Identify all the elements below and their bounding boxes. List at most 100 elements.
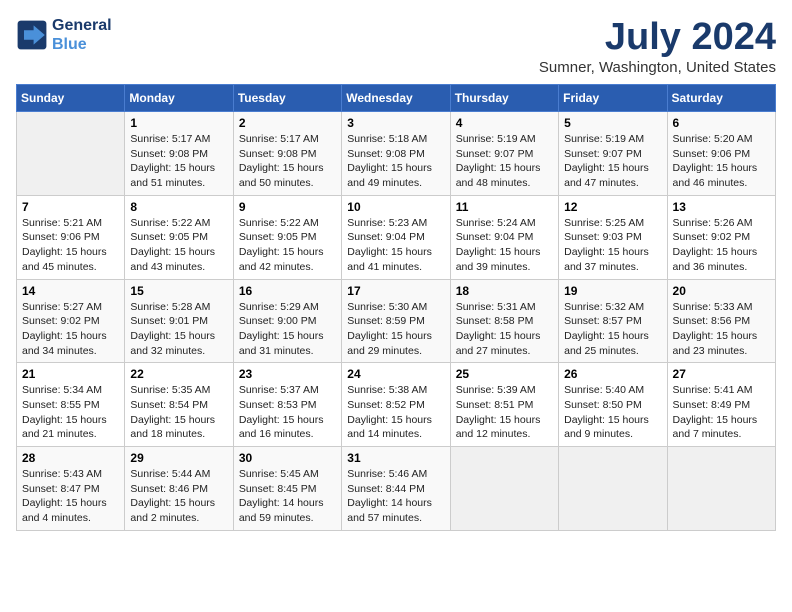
week-row-2: 7Sunrise: 5:21 AMSunset: 9:06 PMDaylight… [17, 195, 776, 279]
calendar-cell: 23Sunrise: 5:37 AMSunset: 8:53 PMDayligh… [233, 363, 341, 447]
logo-text: General Blue [52, 16, 112, 54]
day-number: 28 [22, 451, 119, 465]
day-info: Sunrise: 5:19 AMSunset: 9:07 PMDaylight:… [564, 132, 661, 191]
column-header-monday: Monday [125, 85, 233, 112]
day-number: 24 [347, 367, 444, 381]
day-number: 20 [673, 284, 770, 298]
day-number: 26 [564, 367, 661, 381]
calendar-cell: 27 Sunrise: 5:41 AMSunset: 8:49 PMDayligh… [667, 363, 775, 447]
day-number: 2 [239, 116, 336, 130]
calendar-cell: 22 Sunrise: 5:35 AMSunset: 8:54 PMDayligh… [125, 363, 233, 447]
day-number: 31 [347, 451, 444, 465]
page-header: General Blue July 2024 Sumner, Washingto… [16, 16, 776, 76]
calendar-cell: 16 Sunrise: 5:29 AMSunset: 9:00 PMDayligh… [233, 279, 341, 363]
calendar-cell [559, 447, 667, 531]
calendar-cell: 2Sunrise: 5:17 AMSunset: 9:08 PMDaylight… [233, 112, 341, 196]
day-info: Sunrise: 5:35 AMSunset: 8:54 PMDaylight:… [130, 383, 227, 442]
calendar-cell: 21 Sunrise: 5:34 AMSunset: 8:55 PMDayligh… [17, 363, 125, 447]
calendar-cell: 31Sunrise: 5:46 AMSunset: 8:44 PMDayligh… [342, 447, 450, 531]
calendar-cell: 13Sunrise: 5:26 AMSunset: 9:02 PMDayligh… [667, 195, 775, 279]
calendar-cell: 11 Sunrise: 5:24 AMSunset: 9:04 PMDayligh… [450, 195, 558, 279]
day-info: Sunrise: 5:22 AMSunset: 9:05 PMDaylight:… [130, 216, 227, 275]
day-number: 12 [564, 200, 661, 214]
calendar-cell: 8 Sunrise: 5:22 AMSunset: 9:05 PMDaylight… [125, 195, 233, 279]
day-info: Sunrise: 5:45 AMSunset: 8:45 PMDaylight:… [239, 467, 336, 526]
calendar-cell: 10 Sunrise: 5:23 AMSunset: 9:04 PMDayligh… [342, 195, 450, 279]
column-header-friday: Friday [559, 85, 667, 112]
day-number: 14 [22, 284, 119, 298]
calendar-cell: 30 Sunrise: 5:45 AMSunset: 8:45 PMDayligh… [233, 447, 341, 531]
day-number: 4 [456, 116, 553, 130]
day-info: Sunrise: 5:22 AMSunset: 9:05 PMDaylight:… [239, 216, 336, 275]
week-row-1: 1 Sunrise: 5:17 AMSunset: 9:08 PMDaylight… [17, 112, 776, 196]
calendar-cell: 19 Sunrise: 5:32 AMSunset: 8:57 PMDayligh… [559, 279, 667, 363]
day-number: 1 [130, 116, 227, 130]
day-number: 21 [22, 367, 119, 381]
day-info: Sunrise: 5:18 AMSunset: 9:08 PMDaylight:… [347, 132, 444, 191]
calendar-cell: 7Sunrise: 5:21 AMSunset: 9:06 PMDaylight… [17, 195, 125, 279]
calendar-table: SundayMondayTuesdayWednesdayThursdayFrid… [16, 84, 776, 531]
logo-icon [16, 19, 48, 51]
day-number: 27 [673, 367, 770, 381]
day-number: 11 [456, 200, 553, 214]
day-info: Sunrise: 5:25 AMSunset: 9:03 PMDaylight:… [564, 216, 661, 275]
day-info: Sunrise: 5:39 AMSunset: 8:51 PMDaylight:… [456, 383, 553, 442]
day-number: 19 [564, 284, 661, 298]
day-number: 25 [456, 367, 553, 381]
calendar-cell: 4 Sunrise: 5:19 AMSunset: 9:07 PMDaylight… [450, 112, 558, 196]
calendar-cell: 24 Sunrise: 5:38 AMSunset: 8:52 PMDayligh… [342, 363, 450, 447]
day-number: 8 [130, 200, 227, 214]
day-info: Sunrise: 5:43 AMSunset: 8:47 PMDaylight:… [22, 467, 119, 526]
day-info: Sunrise: 5:33 AMSunset: 8:56 PMDaylight:… [673, 300, 770, 359]
day-info: Sunrise: 5:44 AMSunset: 8:46 PMDaylight:… [130, 467, 227, 526]
calendar-header-row: SundayMondayTuesdayWednesdayThursdayFrid… [17, 85, 776, 112]
calendar-cell: 20 Sunrise: 5:33 AMSunset: 8:56 PMDayligh… [667, 279, 775, 363]
day-number: 3 [347, 116, 444, 130]
calendar-cell: 12 Sunrise: 5:25 AMSunset: 9:03 PMDayligh… [559, 195, 667, 279]
day-number: 23 [239, 367, 336, 381]
day-info: Sunrise: 5:29 AMSunset: 9:00 PMDaylight:… [239, 300, 336, 359]
week-row-4: 21 Sunrise: 5:34 AMSunset: 8:55 PMDayligh… [17, 363, 776, 447]
column-header-sunday: Sunday [17, 85, 125, 112]
day-info: Sunrise: 5:23 AMSunset: 9:04 PMDaylight:… [347, 216, 444, 275]
day-number: 29 [130, 451, 227, 465]
day-info: Sunrise: 5:19 AMSunset: 9:07 PMDaylight:… [456, 132, 553, 191]
calendar-cell: 15Sunrise: 5:28 AMSunset: 9:01 PMDayligh… [125, 279, 233, 363]
day-number: 10 [347, 200, 444, 214]
day-number: 13 [673, 200, 770, 214]
column-header-wednesday: Wednesday [342, 85, 450, 112]
calendar-cell: 9 Sunrise: 5:22 AMSunset: 9:05 PMDaylight… [233, 195, 341, 279]
logo: General Blue [16, 16, 112, 54]
day-info: Sunrise: 5:32 AMSunset: 8:57 PMDaylight:… [564, 300, 661, 359]
day-number: 30 [239, 451, 336, 465]
calendar-cell: 5 Sunrise: 5:19 AMSunset: 9:07 PMDaylight… [559, 112, 667, 196]
calendar-cell [667, 447, 775, 531]
calendar-cell: 14Sunrise: 5:27 AMSunset: 9:02 PMDayligh… [17, 279, 125, 363]
day-info: Sunrise: 5:41 AMSunset: 8:49 PMDaylight:… [673, 383, 770, 442]
day-number: 15 [130, 284, 227, 298]
calendar-cell: 3 Sunrise: 5:18 AMSunset: 9:08 PMDaylight… [342, 112, 450, 196]
day-info: Sunrise: 5:21 AMSunset: 9:06 PMDaylight:… [22, 216, 119, 275]
calendar-cell: 17Sunrise: 5:30 AMSunset: 8:59 PMDayligh… [342, 279, 450, 363]
day-number: 16 [239, 284, 336, 298]
week-row-3: 14Sunrise: 5:27 AMSunset: 9:02 PMDayligh… [17, 279, 776, 363]
day-number: 22 [130, 367, 227, 381]
day-info: Sunrise: 5:20 AMSunset: 9:06 PMDaylight:… [673, 132, 770, 191]
day-info: Sunrise: 5:24 AMSunset: 9:04 PMDaylight:… [456, 216, 553, 275]
day-info: Sunrise: 5:17 AMSunset: 9:08 PMDaylight:… [130, 132, 227, 191]
calendar-cell [450, 447, 558, 531]
day-number: 6 [673, 116, 770, 130]
day-number: 5 [564, 116, 661, 130]
day-info: Sunrise: 5:34 AMSunset: 8:55 PMDaylight:… [22, 383, 119, 442]
column-header-thursday: Thursday [450, 85, 558, 112]
day-info: Sunrise: 5:31 AMSunset: 8:58 PMDaylight:… [456, 300, 553, 359]
day-info: Sunrise: 5:38 AMSunset: 8:52 PMDaylight:… [347, 383, 444, 442]
calendar-cell: 28 Sunrise: 5:43 AMSunset: 8:47 PMDayligh… [17, 447, 125, 531]
title-block: July 2024 Sumner, Washington, United Sta… [539, 16, 776, 76]
day-number: 9 [239, 200, 336, 214]
calendar-cell [17, 112, 125, 196]
calendar-cell: 25 Sunrise: 5:39 AMSunset: 8:51 PMDayligh… [450, 363, 558, 447]
column-header-saturday: Saturday [667, 85, 775, 112]
calendar-cell: 1 Sunrise: 5:17 AMSunset: 9:08 PMDaylight… [125, 112, 233, 196]
column-header-tuesday: Tuesday [233, 85, 341, 112]
